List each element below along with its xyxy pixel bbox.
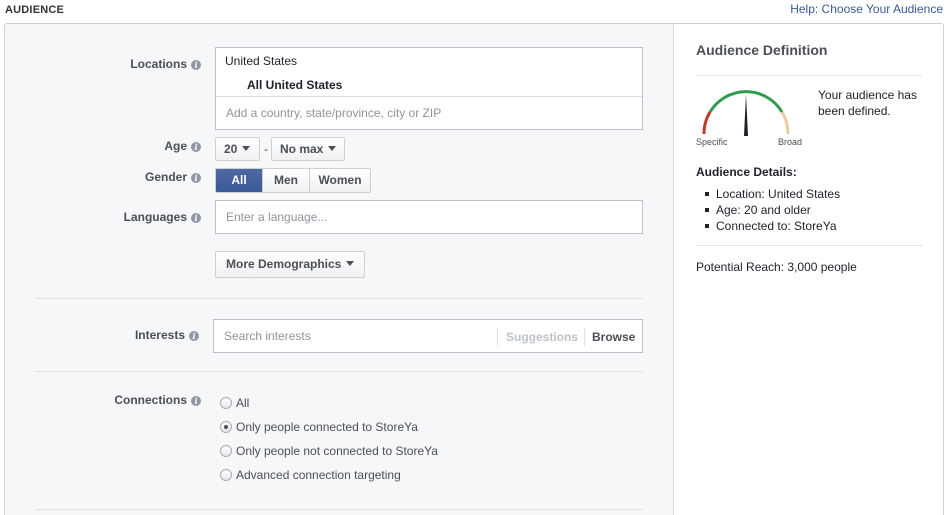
divider	[35, 371, 643, 372]
audience-definition-sidebar: Audience Definition Specific Broad Your …	[673, 24, 943, 515]
caret-down-icon	[242, 146, 251, 151]
browse-button[interactable]: Browse	[584, 328, 635, 346]
divider	[35, 298, 643, 299]
connection-option-advanced[interactable]: Advanced connection targeting	[220, 468, 401, 482]
age-min-dropdown[interactable]: 20	[215, 137, 260, 161]
gender-label: Gender i	[21, 170, 201, 184]
age-separator: -	[264, 142, 268, 156]
divider	[696, 245, 922, 246]
list-item: Age: 20 and older	[696, 202, 840, 218]
gender-men-button[interactable]: Men	[263, 169, 310, 192]
audience-panel: Locations i United States All United Stat…	[4, 23, 944, 515]
location-input[interactable]: Add a country, state/province, city or Z…	[226, 106, 441, 120]
radio-button-selected[interactable]	[220, 421, 232, 433]
radio-button[interactable]	[220, 469, 232, 481]
radio-button[interactable]	[220, 445, 232, 457]
more-demographics-button[interactable]: More Demographics	[215, 251, 365, 278]
help-link[interactable]: Help: Choose Your Audience	[790, 2, 943, 16]
potential-reach: Potential Reach: 3,000 people	[696, 260, 857, 274]
location-selection[interactable]: All United States	[247, 78, 342, 92]
gauge-broad-arc	[780, 111, 790, 135]
interests-input[interactable]: Search interests	[224, 329, 311, 343]
locations-field[interactable]: United States All United States Add a co…	[215, 47, 643, 130]
info-icon[interactable]: i	[189, 331, 199, 341]
connection-option-connected[interactable]: Only people connected to StoreYa	[220, 420, 418, 434]
languages-label: Languages i	[21, 210, 201, 224]
locations-label: Locations i	[21, 57, 201, 71]
caret-down-icon	[346, 261, 355, 266]
divider	[696, 75, 922, 76]
connection-option-all[interactable]: All	[220, 396, 249, 410]
audience-details-title: Audience Details:	[696, 165, 797, 179]
age-max-dropdown[interactable]: No max	[271, 137, 345, 161]
divider	[216, 96, 642, 97]
divider	[35, 509, 643, 510]
gauge-specific-arc	[702, 111, 712, 135]
caret-down-icon	[328, 146, 337, 151]
connection-option-not-connected[interactable]: Only people not connected to StoreYa	[220, 444, 438, 458]
audience-form: Locations i United States All United Stat…	[5, 24, 673, 515]
section-title: AUDIENCE	[5, 4, 65, 16]
list-item: Location: United States	[696, 186, 840, 202]
suggestions-button[interactable]: Suggestions	[497, 328, 578, 346]
gender-women-button[interactable]: Women	[310, 169, 370, 192]
gauge-specific-label: Specific	[696, 137, 728, 147]
info-icon[interactable]: i	[191, 213, 201, 223]
location-country: United States	[225, 54, 298, 68]
gauge-message: Your audience has been defined.	[818, 88, 917, 118]
radio-button[interactable]	[220, 397, 232, 409]
info-icon[interactable]: i	[191, 142, 201, 152]
top-bar: AUDIENCE Help: Choose Your Audience	[0, 0, 949, 22]
connections-label: Connections i	[21, 393, 201, 407]
languages-input[interactable]: Enter a language...	[215, 200, 643, 234]
gauge-needle	[744, 94, 748, 136]
info-icon[interactable]: i	[191, 173, 201, 183]
audience-details-list: Location: United States Age: 20 and olde…	[696, 186, 840, 234]
age-label: Age i	[21, 139, 201, 153]
list-item: Connected to: StoreYa	[696, 218, 840, 234]
gender-selector: All Men Women	[215, 168, 371, 193]
info-icon[interactable]: i	[191, 396, 201, 406]
gender-all-button[interactable]: All	[216, 169, 263, 192]
interests-field: Search interests Suggestions Browse	[213, 319, 643, 353]
info-icon[interactable]: i	[191, 60, 201, 70]
interests-label: Interests i	[19, 328, 199, 342]
gauge-broad-label: Broad	[778, 137, 803, 147]
sidebar-title: Audience Definition	[696, 42, 828, 58]
